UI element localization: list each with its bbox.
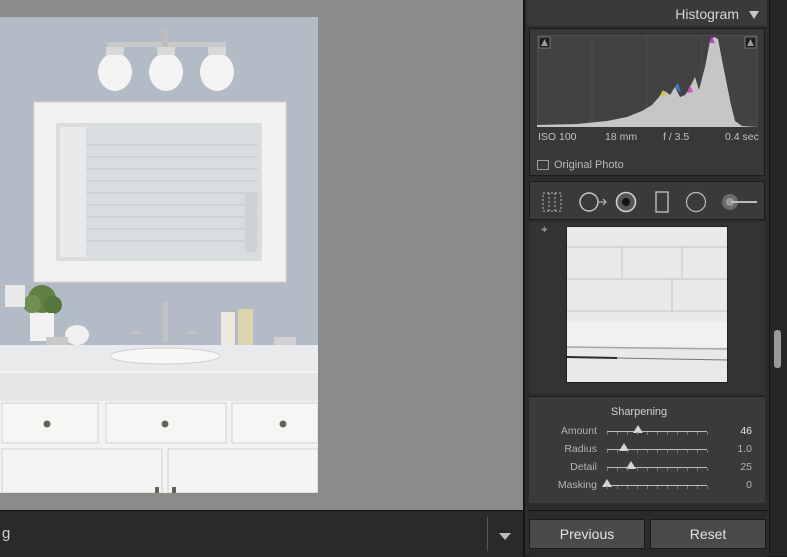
slider-value[interactable]: 1.0 xyxy=(737,443,752,455)
panel-scrollbar[interactable] xyxy=(769,0,787,556)
slider-tick xyxy=(607,450,608,453)
crop-overlay-icon[interactable] xyxy=(541,191,563,213)
slider-tick xyxy=(667,468,668,471)
adjustment-brush-icon[interactable] xyxy=(719,191,759,213)
slider-tick xyxy=(607,486,608,489)
slider-tick xyxy=(697,432,698,435)
radial-filter-icon[interactable] xyxy=(685,191,707,213)
slider-tick xyxy=(617,450,618,453)
original-photo-label: Original Photo xyxy=(554,158,624,171)
slider-tick xyxy=(637,468,638,471)
slider-tick xyxy=(697,486,698,489)
slider-tick xyxy=(677,450,678,453)
slider-tick xyxy=(667,450,668,453)
slider-tick xyxy=(697,450,698,453)
slider-tick xyxy=(647,432,648,435)
slider-label: Masking xyxy=(557,479,597,491)
slider-tick xyxy=(627,486,628,489)
slider-radius[interactable]: Radius 1.0 xyxy=(529,442,765,458)
slider-value[interactable]: 0 xyxy=(746,479,752,491)
slider-tick xyxy=(647,486,648,489)
slider-tick xyxy=(687,486,688,489)
slider-tick xyxy=(657,486,658,489)
slider-tick xyxy=(687,468,688,471)
slider-tick xyxy=(607,468,608,471)
slider-tick xyxy=(707,432,708,435)
slider-tick xyxy=(677,486,678,489)
dropdown-arrow-icon[interactable] xyxy=(499,533,511,540)
aperture-value: f / 3.5 xyxy=(663,131,690,143)
slider-tick xyxy=(657,450,658,453)
slider-label: Detail xyxy=(570,461,597,473)
histogram-header[interactable]: Histogram xyxy=(527,0,767,26)
spot-removal-icon[interactable] xyxy=(578,191,608,213)
slider-tick xyxy=(707,468,708,471)
tool-strip xyxy=(529,181,765,220)
collapse-triangle-icon[interactable] xyxy=(749,11,759,19)
slider-tick xyxy=(667,432,668,435)
target-pin-icon[interactable]: ⌖ xyxy=(541,222,548,237)
focal-length-value: 18 mm xyxy=(605,131,638,143)
slider-tick xyxy=(707,450,708,453)
slider-tick xyxy=(677,432,678,435)
slider-thumb[interactable] xyxy=(633,425,643,433)
reset-button[interactable]: Reset xyxy=(650,519,766,549)
slider-tick xyxy=(667,486,668,489)
slider-value[interactable]: 25 xyxy=(740,461,752,473)
slider-label: Amount xyxy=(560,425,597,437)
slider-value[interactable]: 46 xyxy=(740,425,752,437)
scrollbar-thumb[interactable] xyxy=(774,330,781,368)
slider-tick xyxy=(607,432,608,435)
slider-tick xyxy=(637,432,638,435)
slider-tick xyxy=(627,432,628,435)
slider-tick xyxy=(657,468,658,471)
shutter-value: 0.4 sec xyxy=(725,131,759,143)
slider-tick xyxy=(627,468,628,471)
slider-amount[interactable]: Amount 46 xyxy=(529,424,765,440)
slider-label: Radius xyxy=(564,443,597,455)
slider-tick xyxy=(677,468,678,471)
slider-tick xyxy=(687,432,688,435)
detail-preview[interactable] xyxy=(566,226,728,383)
filmstrip-label: g xyxy=(2,525,11,542)
slider-tick xyxy=(637,486,638,489)
slider-tick xyxy=(697,468,698,471)
panel-button-bar: Previous Reset xyxy=(529,510,767,557)
slider-detail[interactable]: Detail 25 xyxy=(529,460,765,476)
histogram-title: Histogram xyxy=(675,6,739,22)
slider-tick xyxy=(627,450,628,453)
slider-tick xyxy=(647,450,648,453)
slider-tick xyxy=(657,432,658,435)
checkbox-icon[interactable] xyxy=(537,159,549,170)
photo-canvas xyxy=(0,0,523,510)
slider-tick xyxy=(617,468,618,471)
photo-preview xyxy=(0,17,318,493)
slider-tick xyxy=(687,450,688,453)
previous-button[interactable]: Previous xyxy=(529,519,645,549)
graduated-filter-icon[interactable] xyxy=(651,191,673,213)
separator xyxy=(487,517,488,551)
slider-tick xyxy=(647,468,648,471)
slider-tick xyxy=(637,450,638,453)
slider-tick xyxy=(707,486,708,489)
iso-value: ISO 100 xyxy=(538,131,577,143)
original-photo-toggle[interactable]: Original Photo xyxy=(537,156,624,174)
slider-tick xyxy=(617,432,618,435)
red-eye-icon[interactable] xyxy=(615,191,637,213)
sharpening-title: Sharpening xyxy=(610,406,668,418)
histogram-graph xyxy=(537,35,758,127)
slider-masking[interactable]: Masking 0 xyxy=(529,478,765,494)
slider-tick xyxy=(617,486,618,489)
filmstrip-bar: g xyxy=(0,510,523,557)
